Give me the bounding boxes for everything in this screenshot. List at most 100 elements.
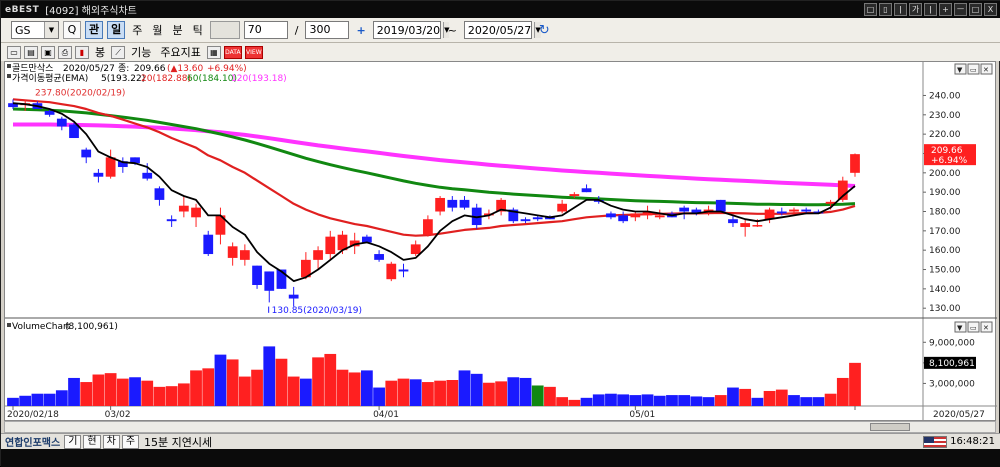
horizontal-scrollbar[interactable] xyxy=(4,421,996,433)
copy-icon[interactable]: ▣ xyxy=(41,45,55,59)
save-icon[interactable]: ▤ xyxy=(24,45,38,59)
window-btn-3[interactable]: ǀ xyxy=(894,3,907,16)
data-icon[interactable]: DATA xyxy=(223,45,242,59)
current-price-change: +6.94% xyxy=(931,156,968,166)
chevron-down-icon[interactable]: ▼ xyxy=(44,22,58,38)
volume-bar xyxy=(116,378,129,406)
minimize-button[interactable]: ㅡ xyxy=(954,3,967,16)
info-close: 209.66 xyxy=(134,64,166,74)
volume-bar xyxy=(788,395,800,406)
period-week-tab[interactable]: 주 xyxy=(129,22,145,38)
line-tool-icon[interactable]: ⟋ xyxy=(111,45,126,59)
volume-bar xyxy=(629,395,642,406)
price-panel-control-icon: ▭ xyxy=(970,66,977,74)
window-btn-plus[interactable]: + xyxy=(939,3,952,16)
plus-icon[interactable]: + xyxy=(353,24,368,37)
volume-y-tick-label: 3,000,000 xyxy=(929,379,975,389)
main-toolbar: GS ▼ Q 관 일 주 월 분 틱 70 / 300 + 2019/03/20… xyxy=(1,18,1000,43)
info-change: (▲13.60 xyxy=(167,64,203,74)
candle-body xyxy=(288,294,299,299)
volume-bar xyxy=(361,370,373,406)
volume-bar xyxy=(287,376,300,406)
volume-bar xyxy=(446,380,459,406)
display-count-input[interactable]: 70 xyxy=(243,21,288,39)
start-date-select[interactable]: 2019/03/20 ▼ xyxy=(372,21,450,39)
candle-body xyxy=(630,213,641,218)
status-btn-2[interactable]: 현 xyxy=(83,434,101,449)
chart-area[interactable]: 240.00230.00220.00210.00200.00190.00180.… xyxy=(4,61,997,422)
volume-bar xyxy=(605,393,617,406)
candle-body xyxy=(520,219,531,222)
symbol-select[interactable]: GS ▼ xyxy=(11,21,59,39)
candle-body xyxy=(740,223,751,227)
scroll-thumb[interactable] xyxy=(870,423,910,431)
volume-bar xyxy=(751,397,764,406)
chart-window: eBEST [4092] 해외주식차트 □ ▯ ǀ 가 ǀ + ㅡ □ X GS… xyxy=(0,0,1000,467)
window-btn-2[interactable]: ▯ xyxy=(879,3,892,16)
open-icon[interactable]: ▭ xyxy=(7,45,21,59)
volume-bar xyxy=(836,377,849,406)
window-btn-5[interactable]: ǀ xyxy=(924,3,937,16)
volume-bar xyxy=(202,368,215,406)
view-icon[interactable]: VIEW xyxy=(244,45,263,59)
high-annotation: 237.80(2020/02/19) xyxy=(35,89,125,99)
function-menu[interactable]: 기능 xyxy=(128,44,154,60)
volume-bar xyxy=(275,358,288,406)
candle-body xyxy=(105,157,116,177)
volume-bar xyxy=(31,393,44,406)
period-month-tab[interactable]: 월 xyxy=(149,22,165,38)
total-count-input[interactable]: 300 xyxy=(305,21,350,39)
volume-bar xyxy=(739,388,752,406)
ema5-legend: 5(193.22) xyxy=(101,74,145,84)
refresh-icon[interactable]: ↻ xyxy=(536,23,553,38)
legend-marker xyxy=(7,74,11,78)
candle-icon[interactable]: ▮ xyxy=(75,45,89,59)
window-btn-font[interactable]: 가 xyxy=(909,3,922,16)
close-button[interactable]: X xyxy=(984,3,997,16)
chart-svg: 240.00230.00220.00210.00200.00190.00180.… xyxy=(5,62,997,422)
volume-bar xyxy=(556,397,569,406)
ema120-legend: 120(193.18) xyxy=(231,74,287,84)
window-btn-1[interactable]: □ xyxy=(864,3,877,16)
status-btn-3[interactable]: 차 xyxy=(102,434,120,449)
price-y-tick-label: 190.00 xyxy=(929,188,961,198)
volume-bar xyxy=(592,394,605,406)
candle-body xyxy=(264,271,275,291)
period-tick-tab[interactable]: 틱 xyxy=(190,22,206,38)
volume-bar xyxy=(422,382,434,406)
gwan-button[interactable]: 관 xyxy=(85,21,104,39)
candle-body xyxy=(227,246,238,258)
candle-body xyxy=(239,250,250,260)
volume-bar xyxy=(617,394,630,406)
candle-body xyxy=(557,203,568,212)
status-btn-4[interactable]: 주 xyxy=(121,434,140,449)
volume-bar xyxy=(251,369,263,406)
end-date-select[interactable]: 2020/05/27 ▼ xyxy=(463,21,541,39)
volume-bar xyxy=(177,383,190,406)
print-icon[interactable]: ⎙ xyxy=(58,45,72,59)
x-tick-label: 03/02 xyxy=(105,410,131,420)
interval-select[interactable] xyxy=(209,21,240,39)
info-date: 2020/05/27 xyxy=(63,64,115,74)
legend-marker xyxy=(7,323,11,327)
search-button[interactable]: Q xyxy=(63,21,81,39)
volume-bar xyxy=(348,372,361,406)
candle-body xyxy=(313,250,323,260)
volume-bar xyxy=(312,357,324,406)
candle-body xyxy=(410,244,421,255)
volume-bar xyxy=(666,395,678,406)
volume-bar xyxy=(373,387,385,406)
period-day-tab[interactable]: 일 xyxy=(107,21,126,39)
volume-panel-control-icon: ✕ xyxy=(983,324,989,332)
period-minute-tab[interactable]: 분 xyxy=(170,22,186,38)
grid-icon[interactable]: ▦ xyxy=(206,45,221,59)
volume-bar xyxy=(544,386,556,406)
indicator-menu[interactable]: 주요지표 xyxy=(157,44,203,60)
candle-body xyxy=(69,124,79,139)
status-btn-1[interactable]: 기 xyxy=(64,434,82,449)
start-date-value: 2019/03/20 xyxy=(376,23,441,37)
volume-bar xyxy=(849,362,861,406)
candle-type-select[interactable]: 봉 xyxy=(92,44,108,60)
delay-notice: 15분 지연시세 xyxy=(144,435,213,449)
maximize-button[interactable]: □ xyxy=(969,3,982,16)
